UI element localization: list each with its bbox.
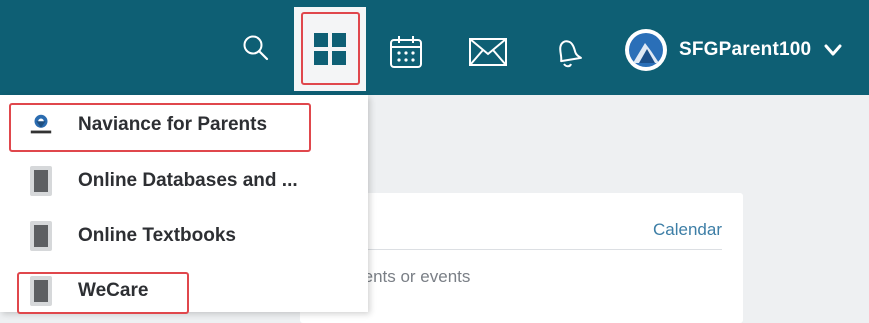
chevron-down-icon[interactable] [823, 40, 843, 60]
avatar-image [629, 33, 663, 67]
calendar-link[interactable]: Calendar [653, 220, 722, 240]
bell-icon [559, 40, 582, 68]
menu-item-online-databases[interactable]: Online Databases and ... [0, 159, 368, 203]
apps-button-highlight [301, 12, 360, 85]
menu-item-label: Online Databases and ... [78, 170, 298, 191]
user-account-menu[interactable]: SFGParent100 [625, 26, 843, 74]
mail-button[interactable] [464, 30, 512, 74]
calendar-button[interactable] [384, 30, 428, 74]
search-icon [243, 35, 269, 61]
search-button[interactable] [236, 28, 276, 68]
username[interactable]: SFGParent100 [679, 39, 811, 61]
menu-item-online-textbooks[interactable]: Online Textbooks [0, 214, 368, 258]
mail-icon [469, 38, 507, 66]
menu-item-label: Online Textbooks [78, 225, 237, 246]
app-placeholder-icon [28, 166, 54, 196]
calendar-icon [390, 36, 422, 68]
notifications-button[interactable] [548, 30, 588, 74]
naviance-highlight [9, 103, 311, 152]
wecare-highlight [17, 272, 189, 314]
avatar[interactable] [625, 29, 667, 71]
app-placeholder-icon [28, 221, 54, 251]
